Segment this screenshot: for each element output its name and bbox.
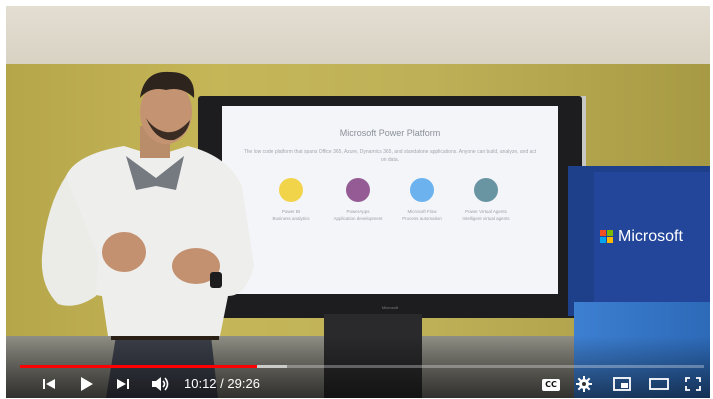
next-icon (117, 379, 129, 389)
video-player[interactable]: Microsoft Microsoft Power Platform The l… (6, 6, 710, 398)
theater-button[interactable] (646, 372, 672, 396)
play-button[interactable] (74, 372, 98, 396)
previous-icon (43, 379, 55, 389)
fullscreen-icon (685, 377, 701, 391)
current-time: 10:12 (184, 376, 217, 391)
next-button[interactable] (112, 372, 134, 396)
time-separator: / (216, 376, 228, 391)
captions-button[interactable]: CC (542, 379, 560, 391)
progress-played (20, 365, 258, 368)
gear-icon (576, 376, 592, 392)
time-display: 10:12 / 29:26 (184, 374, 260, 394)
volume-icon (152, 377, 169, 391)
play-icon (81, 377, 93, 391)
volume-button[interactable] (148, 372, 174, 396)
fullscreen-button[interactable] (682, 372, 704, 396)
duration: 29:26 (227, 376, 260, 391)
progress-bar[interactable] (20, 365, 704, 368)
miniplayer-button[interactable] (610, 372, 634, 396)
previous-button[interactable] (38, 372, 60, 396)
miniplayer-icon (613, 377, 631, 391)
settings-button[interactable] (572, 372, 596, 396)
theater-icon (649, 378, 669, 390)
